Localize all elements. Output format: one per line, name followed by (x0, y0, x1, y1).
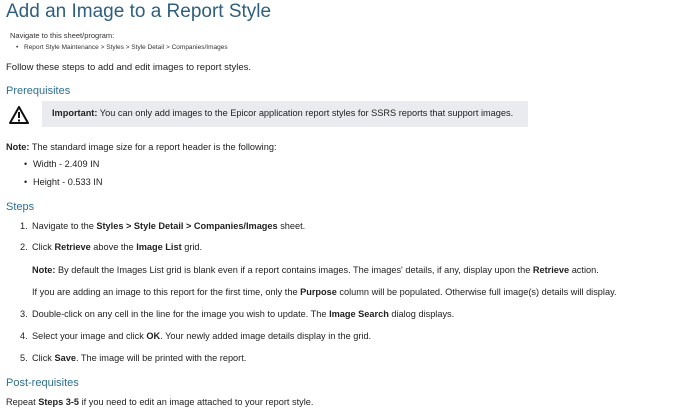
prerequisites-heading: Prerequisites (6, 85, 71, 97)
bullet-icon: • (16, 44, 19, 51)
steps-heading: Steps (6, 201, 35, 213)
step-2-extra-text: If you are adding an image to this repor… (32, 287, 301, 297)
step-2-image-list: Image List (136, 242, 182, 252)
step-4-ok: OK (146, 331, 161, 341)
step-3-text-end: dialog displays. (388, 309, 455, 319)
step-5-text-end: . The image will be printed with the rep… (75, 353, 247, 363)
step-3-image-search: Image Search (329, 309, 389, 319)
page-title: Add an Image to a Report Style (6, 1, 272, 22)
help-page: Add an Image to a Report Style Navigate … (6, 0, 684, 414)
step-5-save: Save (54, 353, 76, 363)
step-number: 2. (20, 242, 28, 252)
post-text: Repeat (6, 397, 39, 407)
step-2-note-text: By default the Images List grid is blank… (55, 265, 533, 275)
step-2-retrieve: Retrieve (54, 242, 91, 252)
important-callout: Important: You can only add images to th… (42, 101, 528, 127)
step-3-text: Double-click on any cell in the line for… (32, 309, 330, 319)
step-3: Double-click on any cell in the line for… (32, 308, 454, 320)
step-2-note-retrieve: Retrieve (532, 265, 570, 275)
note-item-height: Height - 0.533 IN (33, 177, 103, 187)
step-1: Navigate to the Styles > Style Detail > … (32, 220, 305, 232)
step-1-text-end: sheet. (277, 221, 306, 231)
note-label: Note: (6, 142, 30, 152)
navigate-path-text: Report Style Maintenance > Styles > Styl… (24, 44, 228, 51)
important-label: Important: (52, 108, 98, 118)
navigate-label: Navigate to this sheet/program: (10, 31, 115, 40)
step-number: 4. (20, 331, 28, 341)
important-text: Important: You can only add images to th… (52, 107, 513, 119)
post-requisites-heading: Post-requisites (6, 377, 79, 389)
step-number: 3. (20, 309, 28, 319)
step-2: Click Retrieve above the Image List grid… (32, 241, 202, 253)
post-requisites-text: Repeat Steps 3-5 if you need to edit an … (6, 396, 313, 408)
step-4-text-end: . Your newly added image details display… (160, 331, 372, 341)
step-2-note-end: action. (569, 265, 599, 275)
step-number: 1. (20, 221, 28, 231)
note-item-width: Width - 2.409 IN (33, 159, 100, 169)
step-1-path: Styles > Style Detail > Companies/Images (96, 221, 278, 231)
step-5: Click Save. The image will be printed wi… (32, 352, 246, 364)
bullet-icon: • (24, 177, 28, 187)
step-2-note-label: Note: (32, 265, 56, 275)
important-body: You can only add images to the Epicor ap… (97, 108, 514, 118)
step-2-extra: If you are adding an image to this repor… (32, 286, 617, 298)
step-5-text: Click (32, 353, 55, 363)
step-2-extra-purpose: Purpose (300, 287, 337, 297)
step-number: 5. (20, 353, 28, 363)
note-paragraph: Note: The standard image size for a repo… (6, 141, 277, 153)
step-4: Select your image and click OK. Your new… (32, 330, 371, 342)
warning-triangle-icon (9, 106, 29, 124)
step-4-text: Select your image and click (32, 331, 147, 341)
post-steps: Steps 3-5 (38, 397, 80, 407)
step-2-text: Click (32, 242, 55, 252)
step-2-text-mid: above the (90, 242, 137, 252)
note-text: The standard image size for a report hea… (29, 142, 277, 152)
step-1-text: Navigate to the (32, 221, 97, 231)
step-2-extra-end: column will be populated. Otherwise full… (336, 287, 617, 297)
navigate-path: • Report Style Maintenance > Styles > St… (16, 44, 228, 52)
intro-text: Follow these steps to add and edit image… (6, 62, 252, 73)
step-2-text-end: grid. (181, 242, 203, 252)
post-text-end: if you need to edit an image attached to… (79, 397, 314, 407)
step-2-note: Note: By default the Images List grid is… (32, 264, 599, 276)
bullet-icon: • (24, 159, 28, 169)
